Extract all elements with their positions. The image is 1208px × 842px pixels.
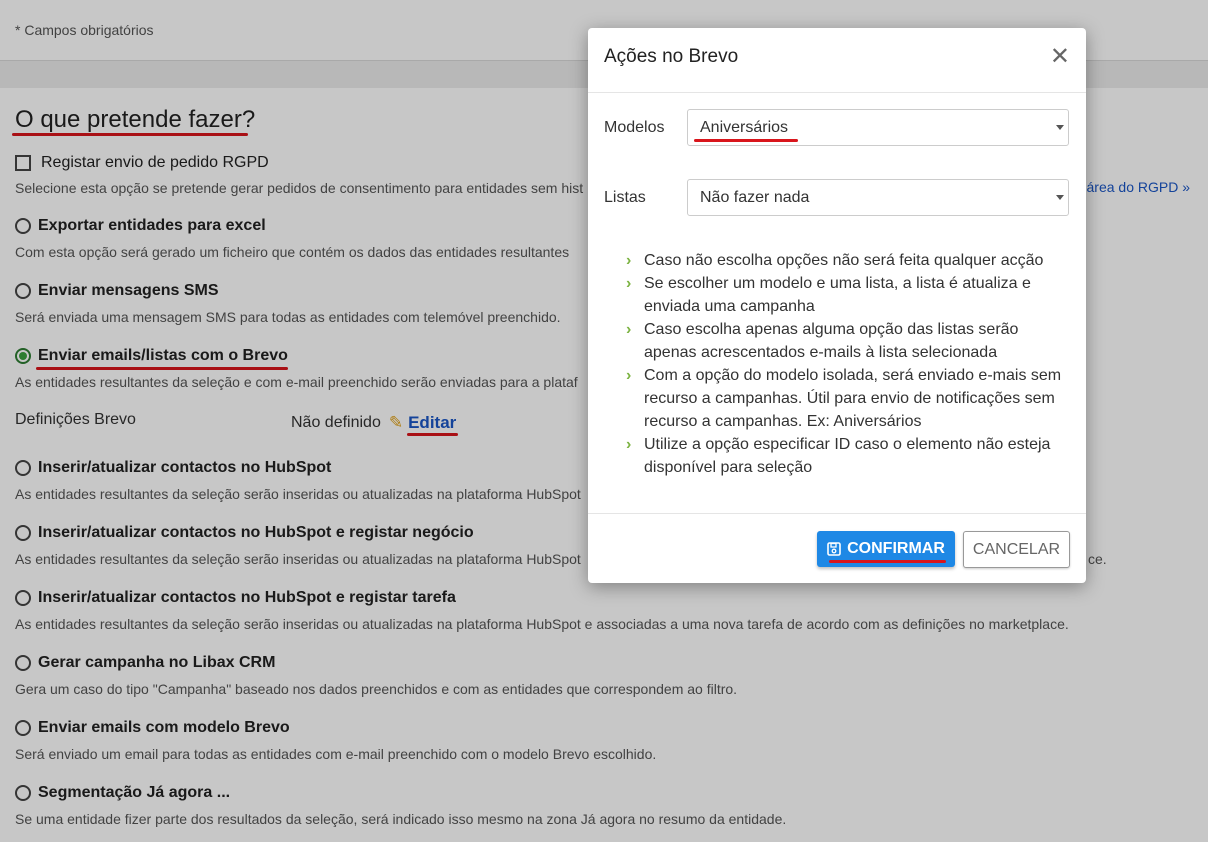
modal-footer: CONFIRMAR CANCELAR bbox=[588, 513, 1086, 584]
highlight-underline bbox=[694, 139, 798, 142]
confirm-button-label: CONFIRMAR bbox=[847, 540, 945, 557]
models-label: Modelos bbox=[604, 119, 665, 136]
cancel-button[interactable]: CANCELAR bbox=[963, 531, 1070, 568]
chevron-right-icon: › bbox=[626, 436, 632, 453]
info-list: › Caso não escolha opções não será feita … bbox=[626, 249, 1066, 479]
chevron-right-icon: › bbox=[626, 321, 632, 338]
close-icon[interactable]: ✕ bbox=[1050, 42, 1070, 71]
brevo-actions-modal: Ações no Brevo ✕ Modelos Aniversários Li… bbox=[588, 28, 1086, 583]
info-item: › Caso não escolha opções não será feita … bbox=[626, 249, 1066, 272]
modal-title: Ações no Brevo bbox=[604, 46, 739, 67]
lists-select[interactable]: Não fazer nada bbox=[687, 179, 1069, 216]
info-item: › Utilize a opção especificar ID caso o e… bbox=[626, 433, 1066, 479]
highlight-underline bbox=[829, 560, 946, 563]
info-item: › Se escolher um modelo e uma lista, a li… bbox=[626, 272, 1066, 318]
info-item: › Com a opção do modelo isolada, será env… bbox=[626, 364, 1066, 433]
lists-select-value: Não fazer nada bbox=[700, 188, 810, 206]
save-disk-icon bbox=[827, 542, 841, 556]
info-item: › Caso escolha apenas alguma opção das li… bbox=[626, 318, 1066, 364]
modal-header: Ações no Brevo ✕ bbox=[588, 28, 1086, 93]
chevron-right-icon: › bbox=[626, 367, 632, 384]
caret-down-icon bbox=[1056, 195, 1064, 200]
models-select-value: Aniversários bbox=[700, 118, 789, 136]
caret-down-icon bbox=[1056, 125, 1064, 130]
lists-label: Listas bbox=[604, 189, 646, 206]
chevron-right-icon: › bbox=[626, 275, 632, 292]
chevron-right-icon: › bbox=[626, 252, 632, 269]
